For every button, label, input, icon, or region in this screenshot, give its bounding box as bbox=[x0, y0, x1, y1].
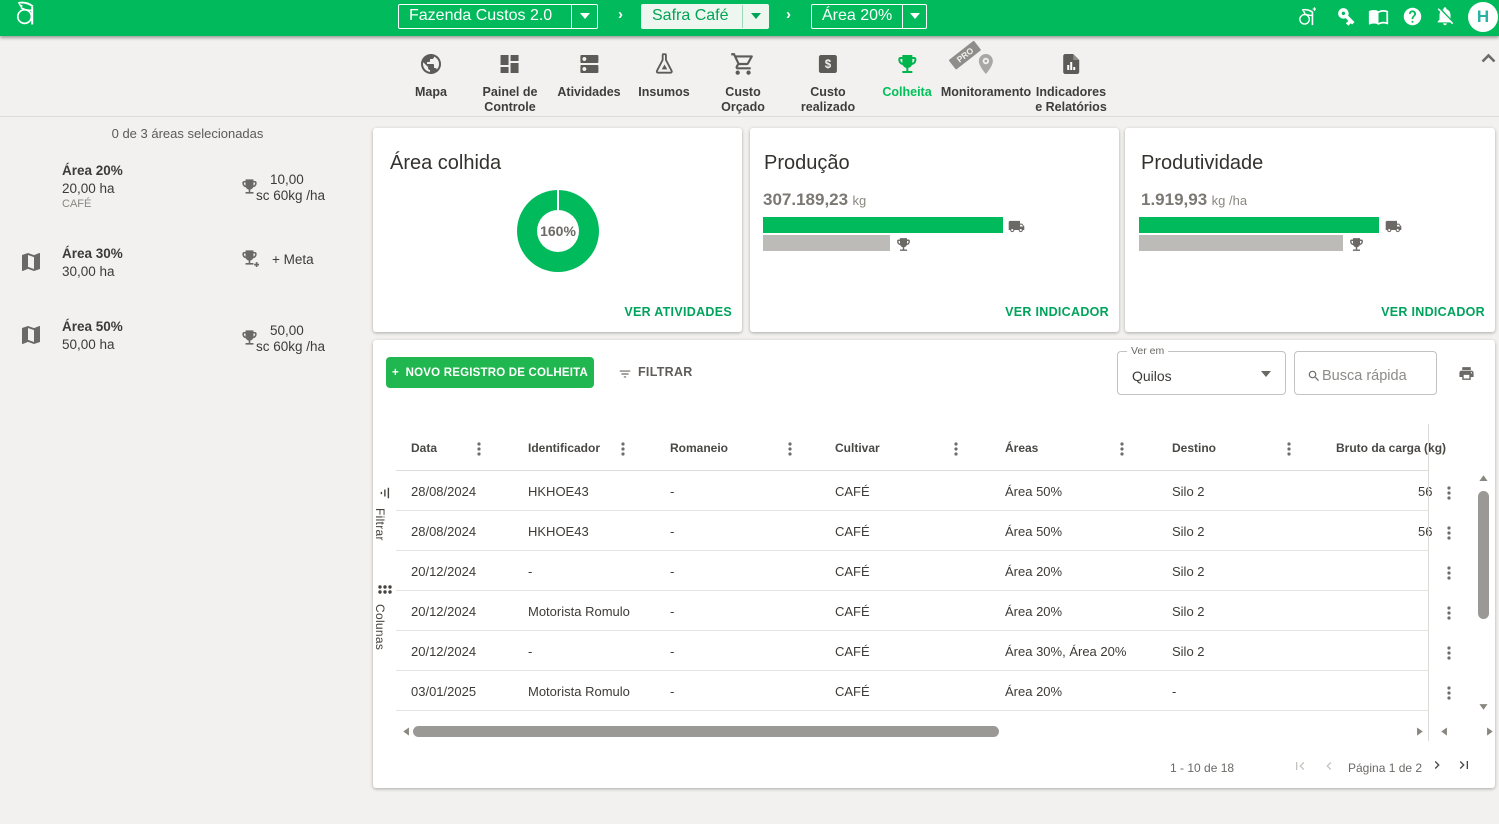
svg-text:$: $ bbox=[825, 59, 832, 71]
